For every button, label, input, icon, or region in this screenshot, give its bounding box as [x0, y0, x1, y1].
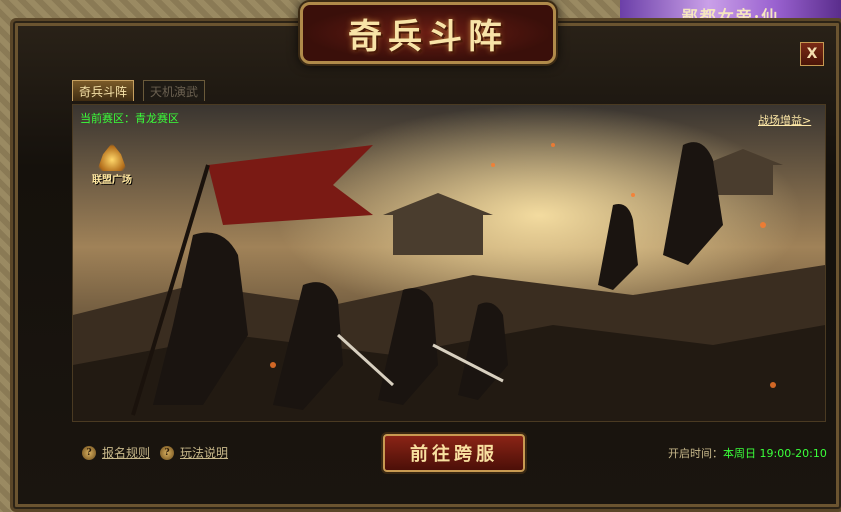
registration-rules-link[interactable]: ? 报名规则 [82, 444, 150, 461]
region-name: 青龙赛区 [135, 112, 179, 125]
alliance-badge-label: 联盟广场 [92, 175, 132, 186]
rules-label: 报名规则 [102, 446, 151, 460]
open-time-label: 开启时间： [668, 447, 723, 460]
title-plate: 奇兵斗阵 [300, 2, 556, 64]
tab-label: 天机演武 [150, 84, 199, 99]
window-title: 奇兵斗阵 [348, 16, 508, 57]
battlefield-buff-link[interactable]: 战场增益> [758, 112, 811, 128]
open-time-value: 本周日 19:00-20:10 [723, 447, 827, 460]
tab-label: 奇兵斗阵 [79, 84, 128, 99]
question-icon: ? [160, 445, 174, 460]
go-cross-server-button[interactable]: 前往跨服 [383, 434, 525, 472]
battle-artwork [73, 105, 825, 421]
open-time: 开启时间：本周日 19:00-20:10 [668, 445, 827, 461]
close-button[interactable]: X [800, 42, 824, 66]
current-region: 当前赛区：青龙赛区 [80, 110, 179, 126]
alliance-square-badge[interactable]: 联盟广场 [88, 138, 136, 186]
question-icon: ? [82, 445, 96, 460]
guide-label: 玩法说明 [180, 446, 229, 460]
flame-icon [97, 143, 127, 171]
tab-qibing-douzhen[interactable]: 奇兵斗阵 [72, 80, 135, 101]
close-icon: X [806, 46, 818, 62]
gameplay-guide-link[interactable]: ? 玩法说明 [160, 444, 228, 461]
tab-tianji-yanwu[interactable]: 天机演武 [143, 80, 206, 101]
battle-scene-image [72, 104, 826, 422]
region-prefix: 当前赛区： [80, 112, 135, 125]
